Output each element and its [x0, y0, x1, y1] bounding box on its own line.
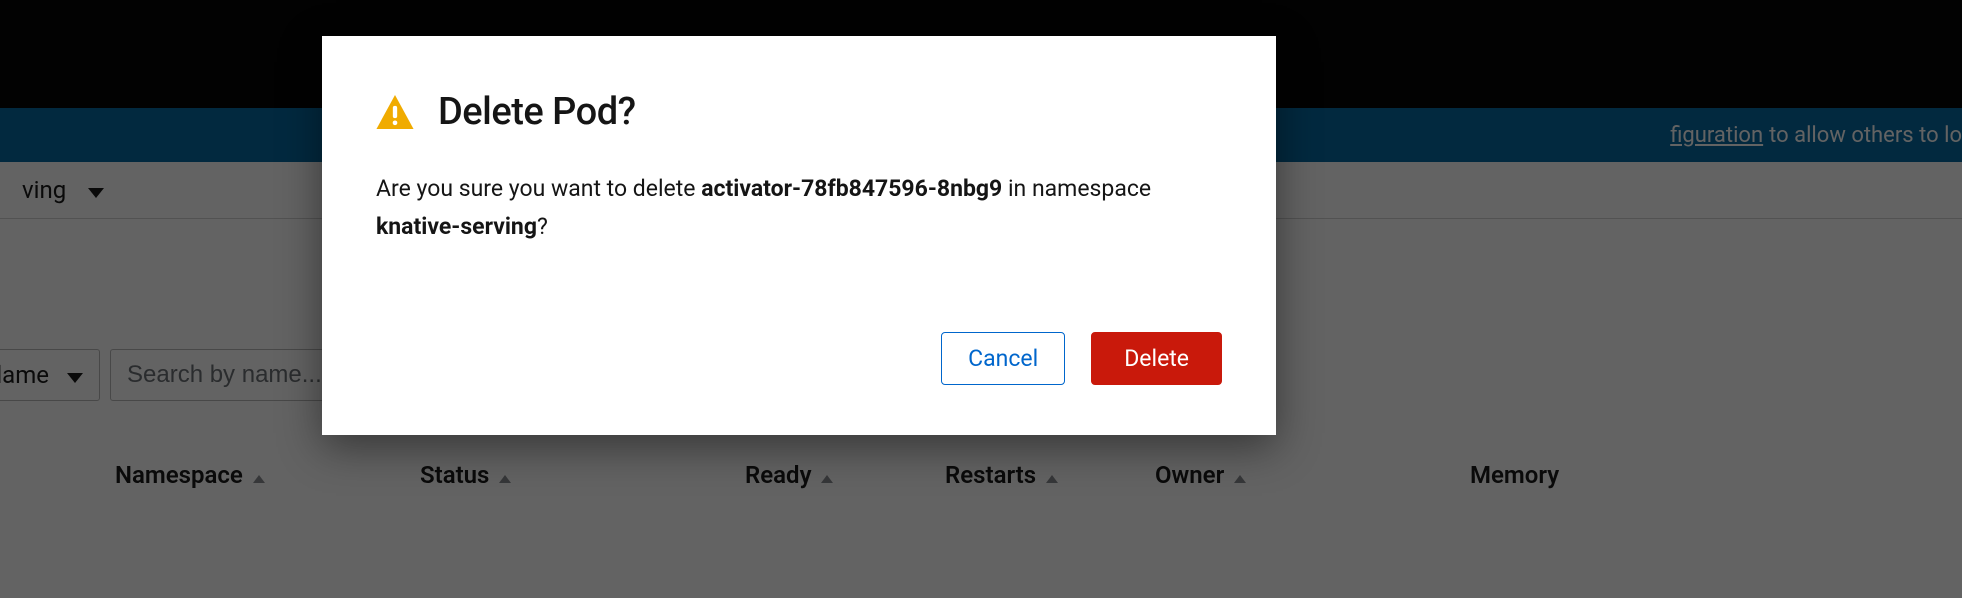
table-header-row: Namespace Status Ready Restarts Owner Me…: [0, 461, 1962, 489]
column-header-restarts[interactable]: Restarts: [945, 461, 1145, 489]
sort-icon: [1234, 461, 1246, 489]
column-header-status[interactable]: Status: [420, 461, 720, 489]
project-selector-label: ving: [22, 176, 66, 204]
column-header-label: Namespace: [115, 461, 243, 489]
delete-confirmation-modal: Delete Pod? Are you sure you want to del…: [322, 36, 1276, 435]
column-header-label: Memory: [1470, 461, 1559, 489]
banner-text: to allow others to lo: [1769, 123, 1962, 148]
column-header-label: Owner: [1155, 461, 1224, 489]
modal-body: Are you sure you want to delete activato…: [376, 170, 1222, 246]
prompt-middle: in namespace: [1002, 175, 1151, 202]
column-header-ready[interactable]: Ready: [745, 461, 945, 489]
chevron-down-icon: [67, 361, 83, 389]
sort-icon: [499, 461, 511, 489]
modal-footer: Cancel Delete: [376, 332, 1222, 385]
column-header-label: Ready: [745, 461, 811, 489]
sort-icon: [253, 461, 265, 489]
sort-icon: [821, 461, 833, 489]
prompt-suffix: ?: [537, 213, 548, 240]
column-header-label: Status: [420, 461, 489, 489]
delete-button[interactable]: Delete: [1091, 332, 1222, 385]
modal-title: Delete Pod?: [438, 90, 636, 134]
filter-type-dropdown[interactable]: lame: [0, 349, 100, 401]
column-header-label: Restarts: [945, 461, 1036, 489]
namespace-name: knative-serving: [376, 213, 537, 240]
sort-icon: [1046, 461, 1058, 489]
column-header-namespace[interactable]: Namespace: [115, 461, 415, 489]
filter-type-label: lame: [0, 361, 49, 389]
pod-name: activator-78fb847596-8nbg9: [701, 175, 1002, 202]
cancel-button[interactable]: Cancel: [941, 332, 1065, 385]
prompt-prefix: Are you sure you want to delete: [376, 175, 701, 202]
modal-header: Delete Pod?: [376, 90, 1222, 134]
column-header-memory[interactable]: Memory: [1470, 461, 1630, 489]
column-header-owner[interactable]: Owner: [1155, 461, 1445, 489]
search-input[interactable]: [127, 361, 347, 389]
warning-icon: [376, 95, 414, 129]
banner-link[interactable]: figuration: [1670, 123, 1763, 148]
chevron-down-icon: [88, 176, 104, 204]
